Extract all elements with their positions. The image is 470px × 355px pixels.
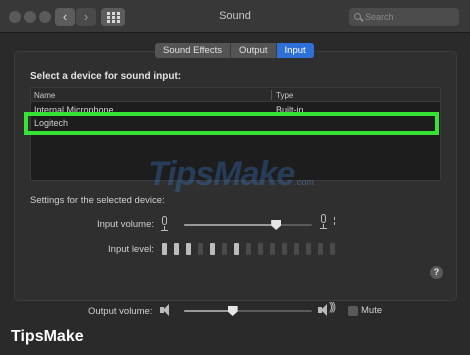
- level-segment: [210, 243, 215, 255]
- tab-sound-effects[interactable]: Sound Effects: [155, 43, 231, 58]
- watermark-logo: TipsMake.com: [148, 155, 314, 193]
- level-segment: [294, 243, 299, 255]
- level-segment: [330, 243, 335, 255]
- level-segment: [222, 243, 227, 255]
- table-header: Name Type: [31, 88, 440, 102]
- tab-output[interactable]: Output: [231, 43, 277, 58]
- column-header-type[interactable]: Type: [276, 91, 293, 100]
- speaker-low-icon: [160, 304, 174, 316]
- mute-label[interactable]: Mute: [361, 305, 382, 316]
- level-segment: [234, 243, 239, 255]
- level-segment: [282, 243, 287, 255]
- level-segment: [198, 243, 203, 255]
- sound-waves-icon: [330, 214, 336, 228]
- brand-logo: TipsMake: [11, 328, 84, 345]
- output-volume-thumb[interactable]: [227, 306, 238, 316]
- microphone-high-icon: [319, 214, 328, 230]
- input-level-meter: [162, 243, 335, 255]
- mute-checkbox[interactable]: [348, 306, 358, 316]
- level-segment: [162, 243, 167, 255]
- device-list-heading: Select a device for sound input:: [30, 71, 182, 82]
- level-segment: [270, 243, 275, 255]
- tab-bar: Sound Effects Output Input: [155, 43, 314, 58]
- output-volume-label: Output volume:: [88, 306, 153, 317]
- level-segment: [246, 243, 251, 255]
- sound-preferences-window: ‹ › Sound Search Sound Effects Output In…: [0, 0, 470, 355]
- title-bar: ‹ › Sound Search: [0, 0, 470, 33]
- tab-input[interactable]: Input: [276, 43, 314, 58]
- device-settings-heading: Settings for the selected device:: [30, 195, 165, 206]
- level-segment: [258, 243, 263, 255]
- input-volume-label: Input volume:: [96, 219, 154, 230]
- help-button[interactable]: ?: [430, 266, 443, 279]
- speaker-waves-icon: ))): [329, 301, 336, 313]
- output-volume-fill: [184, 310, 233, 312]
- microphone-low-icon: [160, 216, 169, 232]
- search-icon: [354, 13, 361, 20]
- level-segment: [186, 243, 191, 255]
- selection-highlight-box: [24, 112, 439, 135]
- column-divider: [271, 90, 272, 100]
- column-header-name[interactable]: Name: [34, 91, 55, 100]
- level-segment: [306, 243, 311, 255]
- search-placeholder: Search: [365, 12, 394, 22]
- input-level-label: Input level:: [108, 244, 154, 255]
- level-segment: [174, 243, 179, 255]
- level-segment: [318, 243, 323, 255]
- search-input[interactable]: Search: [349, 8, 459, 26]
- input-volume-fill: [184, 224, 277, 226]
